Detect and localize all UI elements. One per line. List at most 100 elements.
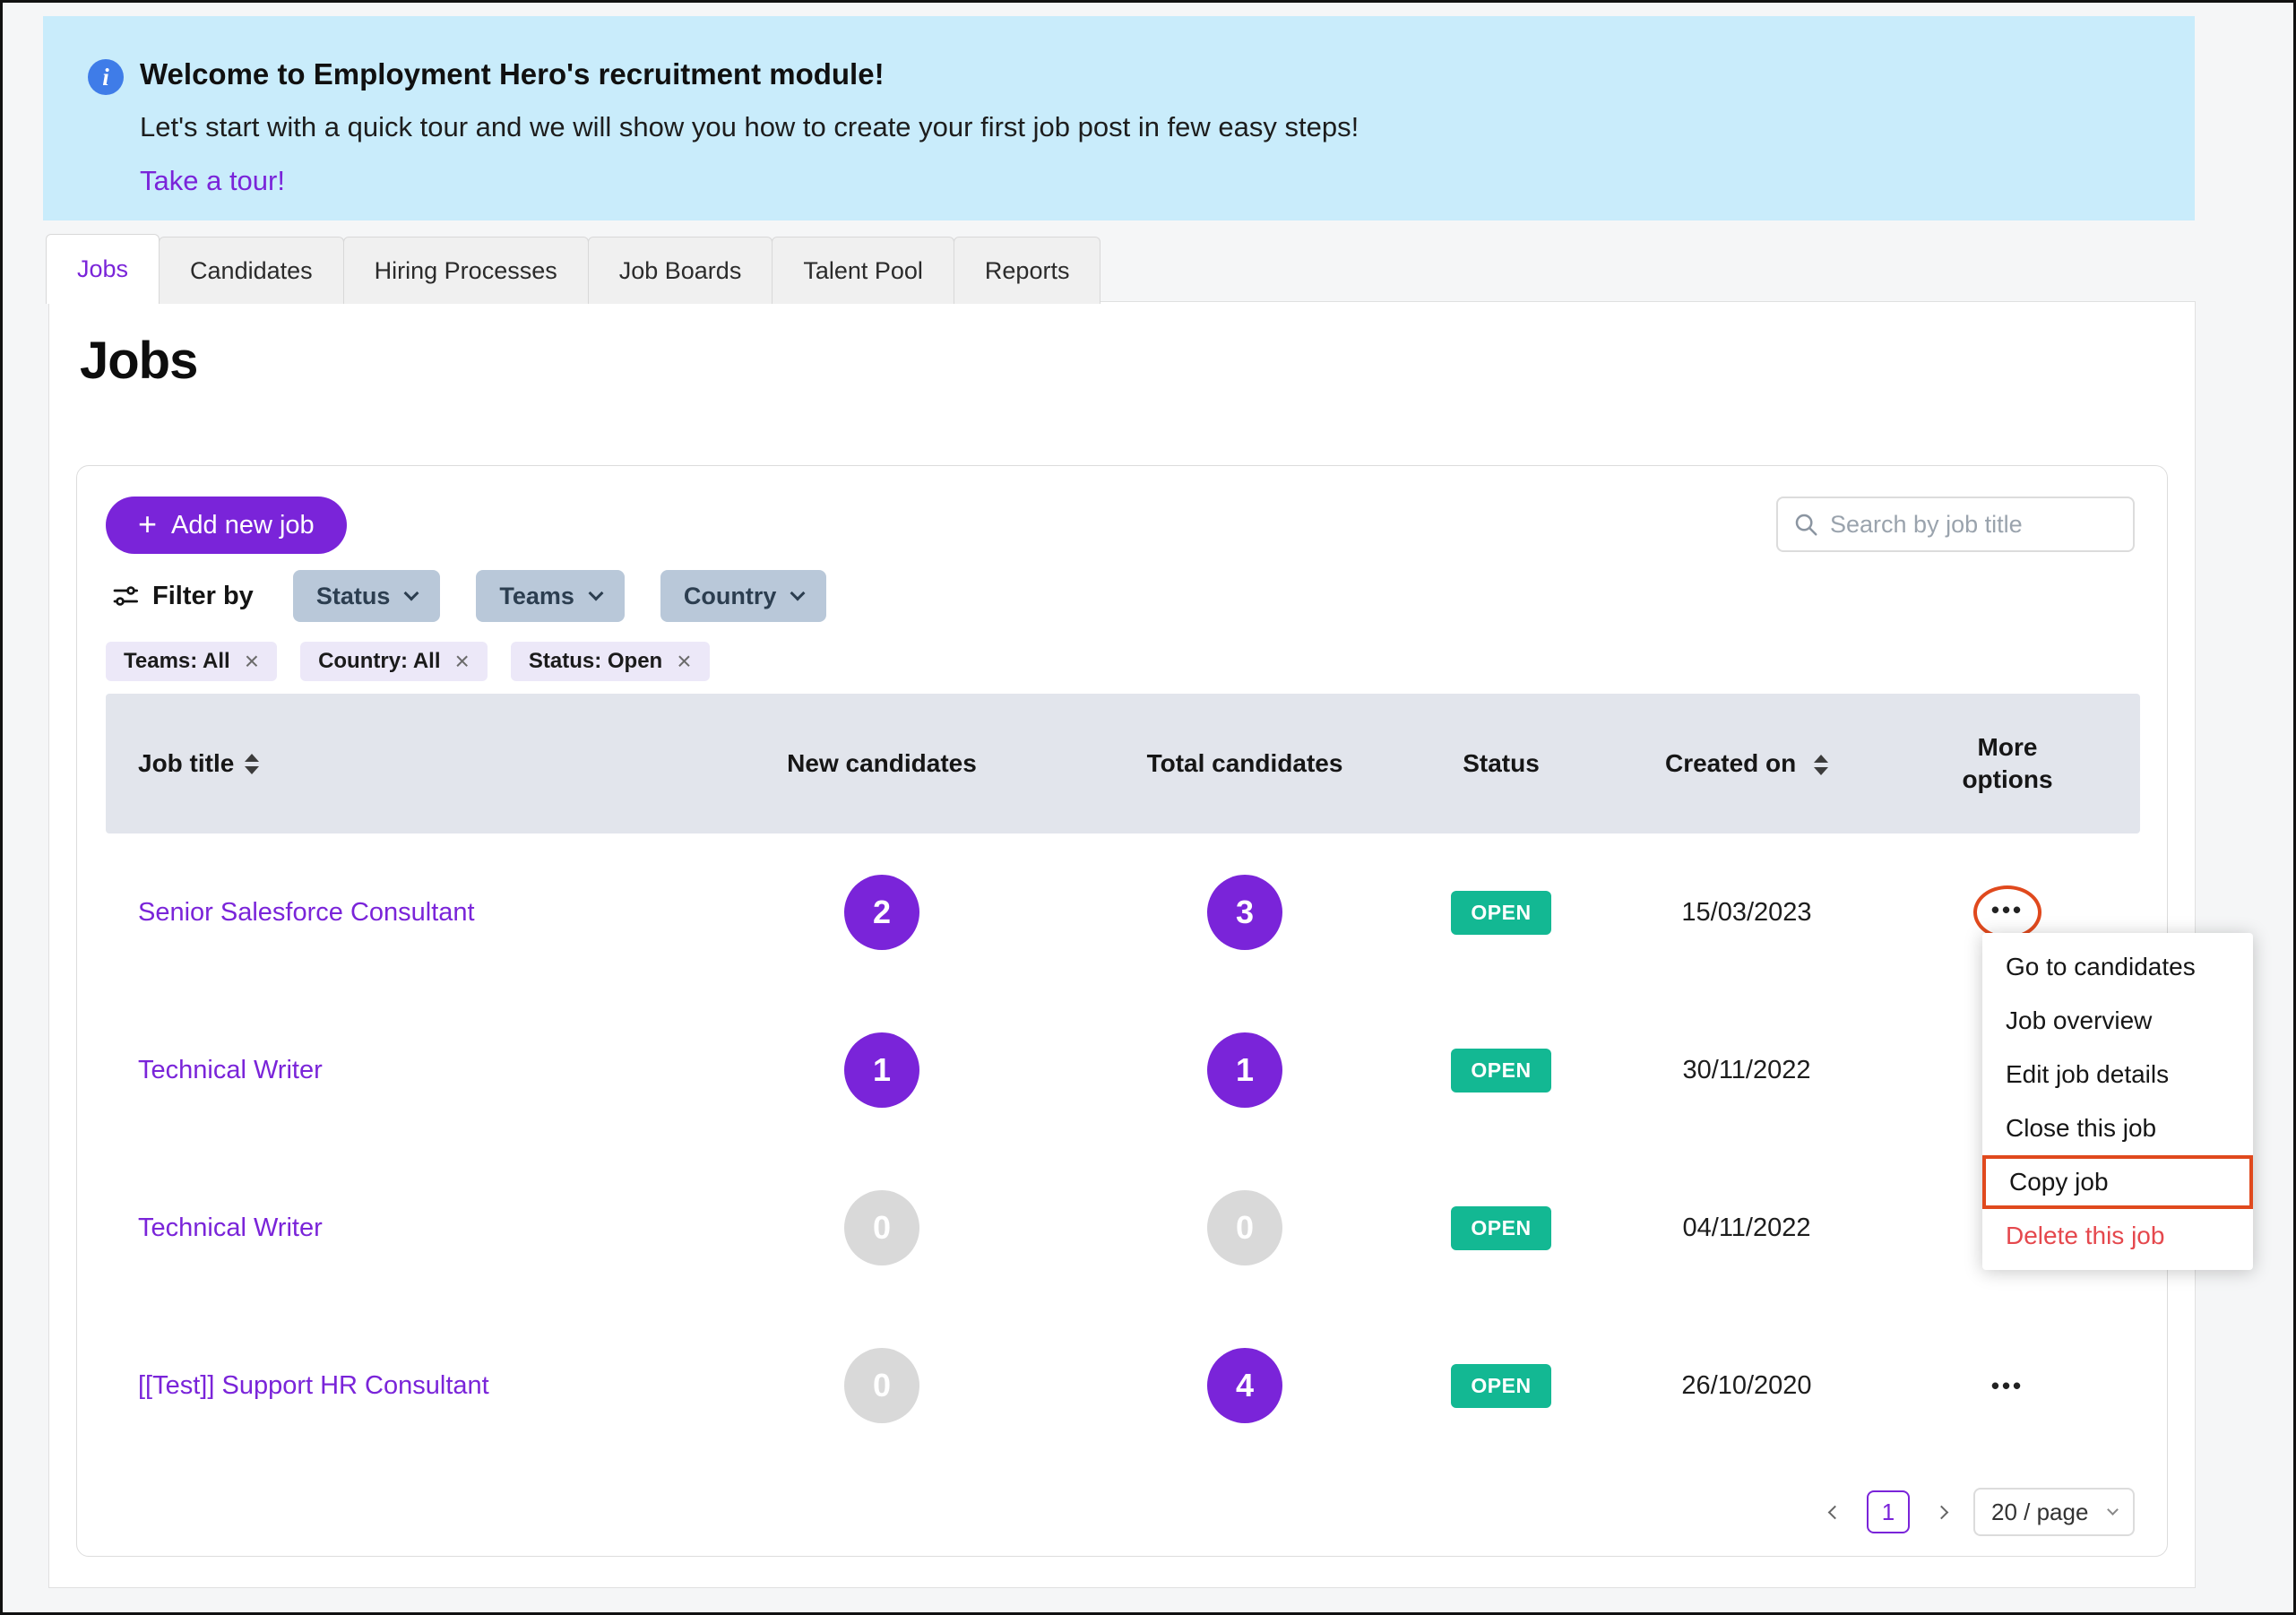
more-options-button[interactable]: ••• [1982, 1361, 2033, 1410]
table-row: Senior Salesforce Consultant 2 3 OPEN 15… [106, 833, 2140, 991]
filter-tag-status: Status: Open × [511, 642, 710, 681]
chevron-down-icon [588, 586, 603, 601]
filter-dropdown-teams[interactable]: Teams [476, 570, 625, 622]
search-input[interactable] [1830, 511, 2119, 539]
filter-status-label: Status [316, 583, 391, 610]
new-candidates-count: 2 [844, 875, 919, 950]
module-tabs: Jobs Candidates Hiring Processes Job Boa… [46, 234, 1100, 304]
remove-filter-icon[interactable]: × [455, 649, 470, 674]
new-candidates-count: 0 [844, 1348, 919, 1423]
table-row: [[Test]] Support HR Consultant 0 4 OPEN … [106, 1307, 2140, 1464]
table-header-row: Job title New candidates Total candidate… [106, 694, 2140, 833]
header-created-on-label: Created on [1665, 749, 1796, 777]
chevron-down-icon [2107, 1504, 2119, 1516]
banner-subtitle: Let's start with a quick tour and we wil… [140, 111, 1359, 143]
header-new-candidates: New candidates [658, 749, 1106, 778]
table-row: Technical Writer 1 1 OPEN 30/11/2022 ••• [106, 991, 2140, 1149]
active-filter-tags: Teams: All × Country: All × Status: Open… [106, 642, 733, 681]
add-new-job-label: Add new job [171, 511, 315, 540]
filter-by-label: Filter by [111, 582, 254, 611]
remove-filter-icon[interactable]: × [245, 649, 259, 674]
info-icon: i [88, 59, 124, 95]
created-on-date: 26/10/2020 [1681, 1371, 1811, 1401]
total-candidates-count: 0 [1207, 1190, 1282, 1265]
recruitment-module-page: { "banner": { "title": "Welcome to Emplo… [0, 0, 2296, 1615]
header-created-on[interactable]: Created on [1618, 749, 1875, 778]
header-job-title-label: Job title [138, 749, 234, 778]
tab-talent-pool[interactable]: Talent Pool [772, 237, 954, 304]
header-job-title[interactable]: Job title [106, 749, 658, 778]
banner-title: Welcome to Employment Hero's recruitment… [140, 57, 885, 91]
new-candidates-count: 1 [844, 1032, 919, 1108]
page-size-value: 20 / page [1991, 1498, 2088, 1526]
next-page-button[interactable] [1931, 1502, 1952, 1523]
created-on-date: 04/11/2022 [1683, 1213, 1811, 1243]
filter-dropdown-country[interactable]: Country [660, 570, 827, 622]
jobs-table: Job title New candidates Total candidate… [106, 694, 2140, 1464]
chevron-down-icon [404, 586, 419, 601]
job-title-link[interactable]: Technical Writer [106, 1056, 658, 1085]
remove-filter-icon[interactable]: × [677, 649, 691, 674]
plus-icon: + [138, 508, 157, 540]
filter-by-text: Filter by [152, 582, 254, 611]
job-search-box [1776, 497, 2135, 552]
jobs-panel: Jobs + Add new job [48, 301, 2196, 1588]
tab-reports[interactable]: Reports [954, 237, 1101, 304]
job-title-link[interactable]: Technical Writer [106, 1213, 658, 1243]
status-badge: OPEN [1451, 1049, 1550, 1092]
status-badge: OPEN [1451, 1364, 1550, 1408]
menu-item-copy-job[interactable]: Copy job [1982, 1155, 2253, 1209]
job-title-link[interactable]: Senior Salesforce Consultant [106, 898, 658, 928]
chevron-left-icon [1828, 1505, 1843, 1519]
tab-job-boards[interactable]: Job Boards [588, 237, 773, 304]
filter-tag-teams: Teams: All × [106, 642, 277, 681]
page-size-select[interactable]: 20 / page [1973, 1488, 2135, 1536]
page-number-button[interactable]: 1 [1867, 1490, 1910, 1533]
filter-tag-teams-label: Teams: All [124, 649, 230, 674]
job-title-link[interactable]: [[Test]] Support HR Consultant [106, 1371, 658, 1401]
status-badge: OPEN [1451, 1206, 1550, 1250]
sort-icon[interactable] [245, 754, 259, 774]
filter-tag-country-label: Country: All [318, 649, 440, 674]
menu-item-delete-this-job[interactable]: Delete this job [1982, 1209, 2253, 1263]
filter-country-label: Country [684, 583, 777, 610]
filter-dropdown-status[interactable]: Status [293, 570, 441, 622]
menu-item-close-this-job[interactable]: Close this job [1982, 1101, 2253, 1155]
tab-candidates[interactable]: Candidates [159, 237, 344, 304]
previous-page-button[interactable] [1825, 1502, 1845, 1523]
filter-sliders-icon [111, 582, 140, 610]
search-icon [1792, 511, 1819, 538]
menu-item-edit-job-details[interactable]: Edit job details [1982, 1048, 2253, 1101]
table-row: Technical Writer 0 0 OPEN 04/11/2022 ••• [106, 1149, 2140, 1307]
created-on-date: 30/11/2022 [1683, 1056, 1811, 1085]
menu-item-job-overview[interactable]: Job overview [1982, 994, 2253, 1048]
add-new-job-button[interactable]: + Add new job [106, 497, 347, 554]
filter-teams-label: Teams [499, 583, 574, 610]
tab-hiring-processes[interactable]: Hiring Processes [343, 237, 589, 304]
new-candidates-count: 0 [844, 1190, 919, 1265]
tab-jobs[interactable]: Jobs [46, 234, 160, 304]
header-total-candidates: Total candidates [1106, 749, 1384, 778]
more-options-button[interactable]: ••• [1973, 885, 2041, 939]
total-candidates-count: 4 [1207, 1348, 1282, 1423]
menu-item-go-to-candidates[interactable]: Go to candidates [1982, 940, 2253, 994]
filter-tag-country: Country: All × [300, 642, 488, 681]
row-context-menu: Go to candidates Job overview Edit job d… [1982, 933, 2253, 1270]
filter-tag-status-label: Status: Open [529, 649, 662, 674]
take-a-tour-link[interactable]: Take a tour! [140, 165, 285, 197]
welcome-banner: i Welcome to Employment Hero's recruitme… [43, 16, 2195, 220]
chevron-right-icon [1935, 1505, 1949, 1519]
status-badge: OPEN [1451, 891, 1550, 935]
header-status: Status [1384, 749, 1618, 778]
page-title: Jobs [80, 331, 197, 391]
filter-row: Filter by Status Teams Country [111, 570, 862, 622]
sort-icon[interactable] [1814, 755, 1828, 775]
total-candidates-count: 3 [1207, 875, 1282, 950]
header-more-options-label: More options [1949, 731, 2066, 797]
created-on-date: 15/03/2023 [1681, 898, 1811, 928]
pagination: 1 20 / page [1825, 1488, 2135, 1536]
header-more-options: More options [1875, 731, 2140, 797]
total-candidates-count: 1 [1207, 1032, 1282, 1108]
jobs-card: + Add new job F [76, 465, 2168, 1557]
chevron-down-icon [790, 586, 806, 601]
